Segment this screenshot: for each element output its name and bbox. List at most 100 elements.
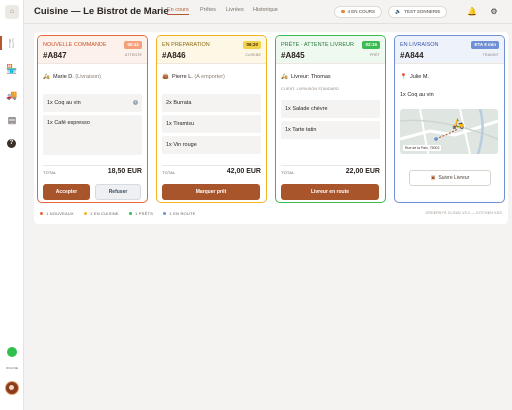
order-number: #A846 bbox=[162, 51, 186, 60]
order-card-header: EN PREPARATION #A846 06:20 CUISINE bbox=[157, 36, 266, 64]
track-courier-label: Suivre Livreur bbox=[438, 175, 470, 181]
order-number: #A845 bbox=[281, 51, 305, 60]
orders-board: NOUVELLE COMMANDE #A847 00:41 ATTENTE 🛵 M… bbox=[34, 32, 508, 224]
list-item: 1x Salade chèvre bbox=[281, 100, 380, 118]
customer-name: Julie M. bbox=[410, 74, 429, 80]
total-label: TOTAL bbox=[281, 170, 295, 175]
total-row: TOTAL 22,00 EUR bbox=[281, 165, 380, 177]
timer-badge-sub: PRÊT bbox=[369, 53, 380, 57]
footer-version: ORDERSYS CLOUD V3.2 — KITCHEN KDS bbox=[425, 211, 502, 215]
utensils-icon[interactable]: 🍴 bbox=[6, 37, 18, 49]
item-label: 1x Vin rouge bbox=[166, 142, 197, 148]
list-item: 1x Tiramisu bbox=[162, 115, 261, 133]
legend-label: 1 PRÊTS bbox=[135, 211, 154, 216]
order-card-header: EN LIVRAISON #A844 ETA 8 min TRANSIT bbox=[395, 36, 504, 64]
courier-scooter-icon: 🛵 bbox=[452, 119, 465, 130]
tab-en-cours[interactable]: En cours bbox=[167, 7, 189, 15]
truck-icon[interactable]: 🚚 bbox=[6, 89, 18, 101]
courier-en-route-button[interactable]: Livreur en route bbox=[281, 184, 379, 200]
customer-line: 📍 Julie M. bbox=[400, 74, 429, 80]
customer-line: 🛵 Marie D. (Livraison) bbox=[43, 74, 101, 80]
customer-line: 🛵 Livreur: Thomas bbox=[281, 74, 331, 80]
order-items: 1x Coq au vin i 1x Café espresso bbox=[43, 94, 142, 158]
legend-label: 1 NOUVEAUX bbox=[46, 211, 74, 216]
list-item: 2x Burrata bbox=[162, 94, 261, 112]
item-label: 1x Café espresso bbox=[47, 120, 90, 126]
total-value: 18,50 EUR bbox=[107, 168, 142, 175]
order-number: #A844 bbox=[400, 51, 424, 60]
bag-icon: 👜 bbox=[162, 74, 169, 80]
customer-note: (Livraison) bbox=[75, 74, 101, 80]
order-card-a844[interactable]: EN LIVRAISON #A844 ETA 8 min TRANSIT 📍 Ju… bbox=[394, 35, 505, 203]
order-card-a846[interactable]: EN PREPARATION #A846 06:20 CUISINE 👜 Pier… bbox=[156, 35, 267, 203]
legend-label: 1 EN CUISINE bbox=[90, 211, 119, 216]
sidebar: ⌂ 🍴 🏪 🚚 ▤ ? ONLINE bbox=[0, 0, 24, 410]
status-legend: 1 NOUVEAUX 1 EN CUISINE 1 PRÊTS 1 EN ROU… bbox=[40, 211, 204, 216]
order-items: 2x Burrata 1x Tiramisu 1x Vin rouge bbox=[162, 94, 261, 157]
legend-dot bbox=[40, 212, 43, 215]
list-item: 1x Café espresso bbox=[43, 115, 142, 155]
total-label: TOTAL bbox=[43, 170, 57, 175]
in-progress-badge: 4 EN COURS bbox=[334, 6, 383, 18]
delivery-map[interactable]: 🛵 Rue de la Paix, 75002 bbox=[400, 109, 498, 154]
scooter-icon: 🛵 bbox=[43, 74, 50, 80]
tab-pretes[interactable]: Prêtes bbox=[200, 7, 216, 13]
accept-button[interactable]: Accepter bbox=[43, 184, 90, 200]
order-card-header: PRÊTE · ATTENTE LIVREUR #A845 02:15 PRÊT bbox=[276, 36, 385, 64]
scooter-icon: 🛵 bbox=[281, 74, 288, 80]
online-status-dot bbox=[7, 347, 17, 357]
timer-badge: 00:41 bbox=[124, 41, 142, 49]
tab-historique[interactable]: Historique bbox=[253, 7, 278, 13]
tab-livrees[interactable]: Livrées bbox=[226, 7, 244, 13]
order-card-a845[interactable]: PRÊTE · ATTENTE LIVREUR #A845 02:15 PRÊT… bbox=[275, 35, 386, 203]
test-bell-label: TEST SONNERIE bbox=[404, 9, 441, 14]
legend-item-kitchen: 1 EN CUISINE bbox=[84, 211, 119, 216]
order-items: 1x Salade chèvre 1x Tarte tatin bbox=[281, 100, 380, 142]
total-row: TOTAL 18,50 EUR bbox=[43, 165, 142, 177]
order-status: PRÊTE · ATTENTE LIVREUR bbox=[281, 42, 354, 48]
timer-badge: 02:15 bbox=[362, 41, 380, 49]
info-icon[interactable]: i bbox=[133, 100, 138, 105]
online-status-label: ONLINE bbox=[5, 366, 19, 370]
avatar[interactable] bbox=[5, 381, 19, 395]
order-status: EN PREPARATION bbox=[162, 42, 210, 48]
order-status: NOUVELLE COMMANDE bbox=[43, 42, 107, 48]
help-icon[interactable]: ? bbox=[7, 139, 16, 148]
total-label: TOTAL bbox=[162, 170, 176, 175]
order-card-a847[interactable]: NOUVELLE COMMANDE #A847 00:41 ATTENTE 🛵 M… bbox=[37, 35, 148, 203]
track-icon: ▣ bbox=[430, 175, 436, 181]
order-number: #A847 bbox=[43, 51, 67, 60]
refuse-button[interactable]: Refuser bbox=[95, 184, 141, 200]
gear-icon[interactable]: ⚙ bbox=[488, 6, 500, 18]
speaker-icon: 🔈 bbox=[395, 9, 402, 15]
list-item: 1x Tarte tatin bbox=[281, 121, 380, 139]
item-label: 2x Burrata bbox=[166, 100, 192, 106]
mark-ready-button[interactable]: Marquer prêt bbox=[162, 184, 260, 200]
bell-icon[interactable]: 🔔 bbox=[466, 6, 478, 18]
list-item: 1x Vin rouge bbox=[162, 136, 261, 154]
order-card-header: NOUVELLE COMMANDE #A847 00:41 ATTENTE bbox=[38, 36, 147, 64]
customer-name: Pierre L. bbox=[172, 74, 193, 80]
list-item: 1x Coq au vin i bbox=[43, 94, 142, 112]
timer-badge: 06:20 bbox=[243, 41, 261, 49]
legend-item-en-route: 1 EN ROUTE bbox=[163, 211, 195, 216]
customer-note: (A emporter) bbox=[194, 74, 225, 80]
store-icon[interactable]: 🏪 bbox=[6, 63, 18, 75]
top-bar: Cuisine — Le Bistrot de Marie En cours P… bbox=[24, 0, 512, 24]
legend-label: 1 EN ROUTE bbox=[169, 211, 196, 216]
customer-name: Marie D. bbox=[53, 74, 74, 80]
customer-line: 👜 Pierre L. (A emporter) bbox=[162, 74, 225, 80]
page-title: Cuisine — Le Bistrot de Marie bbox=[34, 6, 169, 17]
box-icon[interactable]: ▤ bbox=[6, 114, 18, 126]
eta-badge: ETA 8 min bbox=[471, 41, 499, 49]
in-progress-dot bbox=[341, 9, 345, 13]
timer-badge-sub: ATTENTE bbox=[124, 53, 142, 57]
item-label: 1x Salade chèvre bbox=[285, 106, 328, 112]
legend-item-new: 1 NOUVEAUX bbox=[40, 211, 74, 216]
courier-name: Livreur: Thomas bbox=[291, 74, 331, 80]
test-bell-button[interactable]: 🔈 TEST SONNERIE bbox=[388, 6, 448, 18]
track-courier-button[interactable]: ▣ Suivre Livreur bbox=[409, 170, 491, 186]
legend-dot bbox=[84, 212, 88, 215]
item-label: 1x Tarte tatin bbox=[285, 127, 317, 133]
legend-dot bbox=[163, 212, 167, 215]
